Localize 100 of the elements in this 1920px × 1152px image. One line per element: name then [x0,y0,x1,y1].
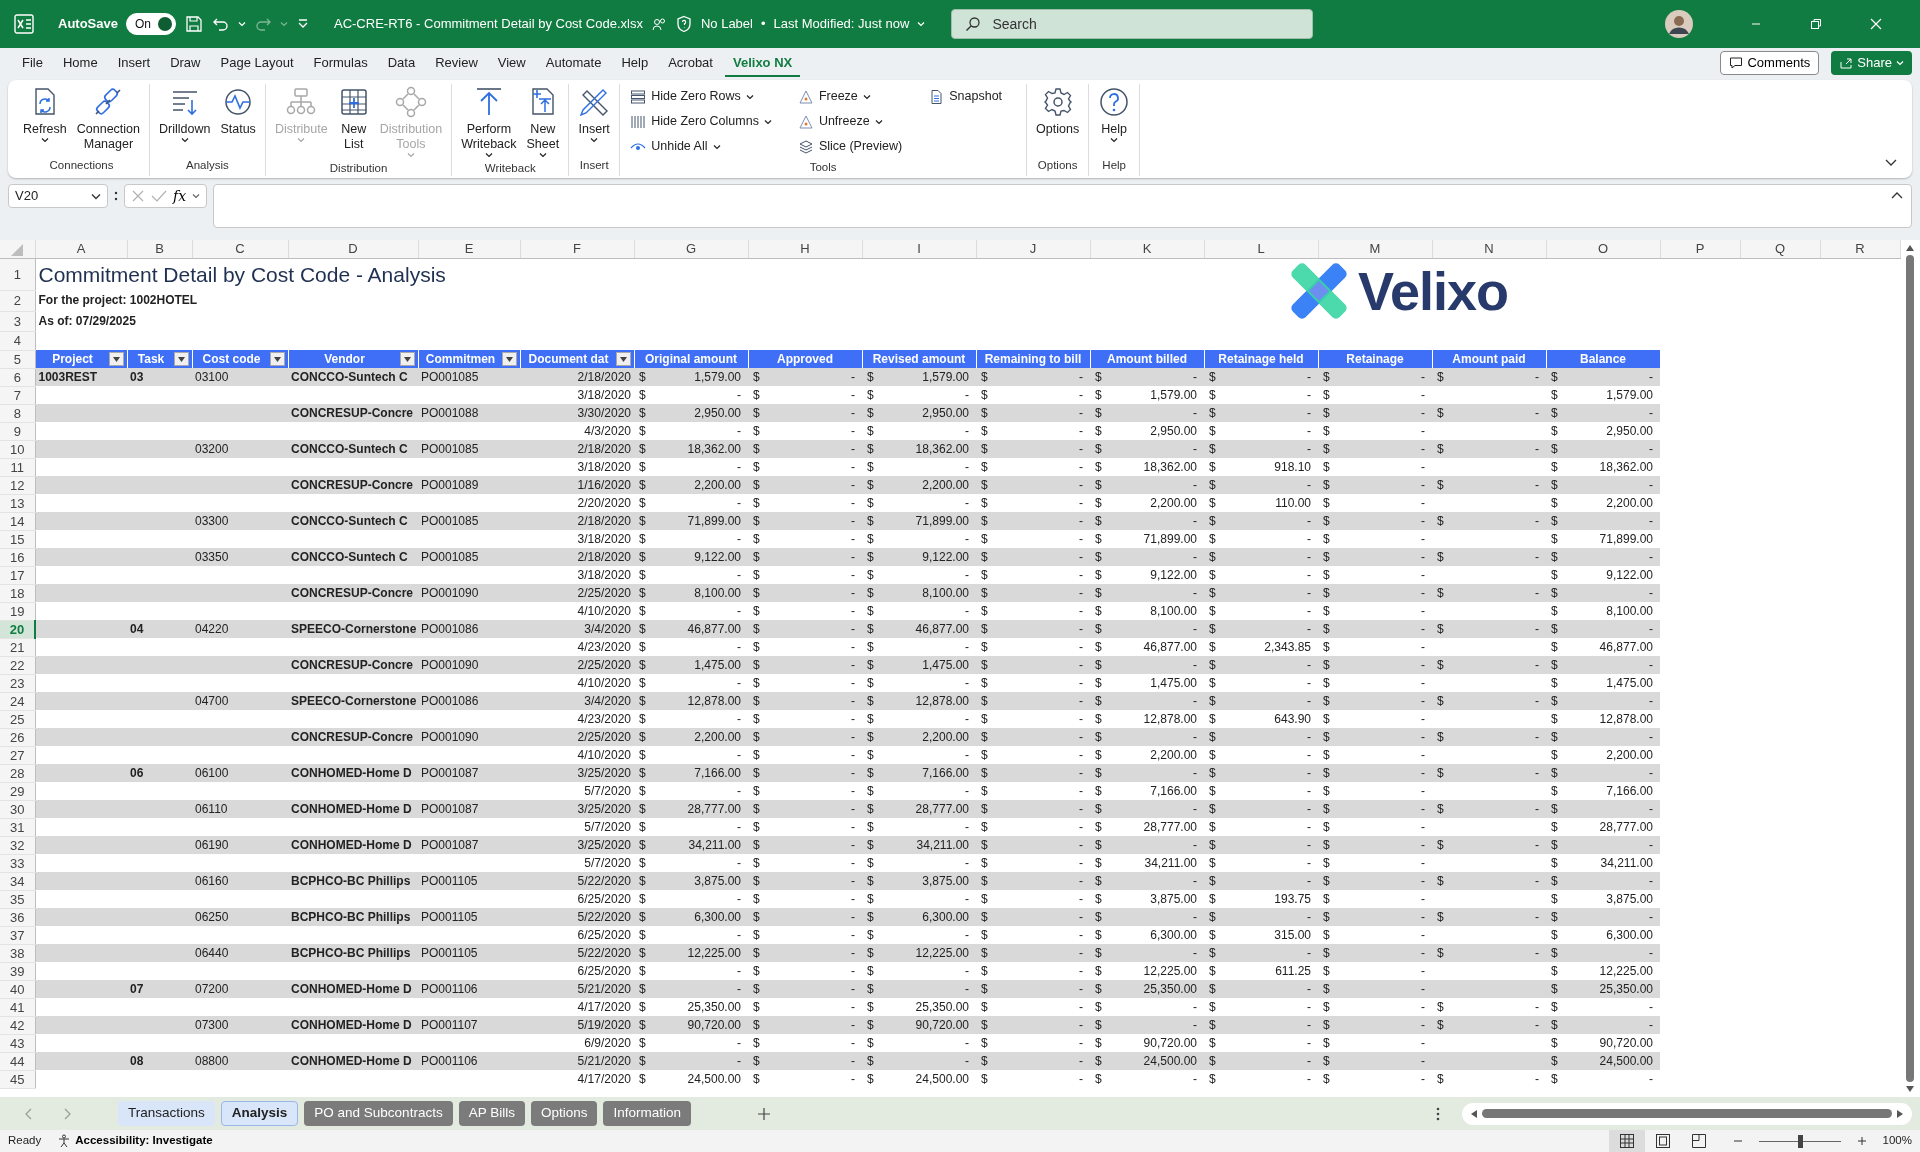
sheet-tab[interactable]: Analysis [220,1101,299,1126]
amount-value: 2,200.00 [922,476,969,494]
menu-tab[interactable]: Review [427,48,486,78]
share-button[interactable]: Share [1831,51,1912,75]
filter-button[interactable] [173,352,189,366]
table-cell: 5/7/2020 [520,782,634,800]
sheet-tab[interactable]: PO and Subcontracts [304,1101,453,1126]
column-header[interactable]: G [634,240,748,258]
comments-button[interactable]: Comments [1720,51,1820,75]
down-arrow-icon[interactable] [1905,1085,1916,1093]
ribbon-button[interactable]: Unhide All [626,134,776,159]
ribbon-button[interactable]: Options [1033,84,1083,139]
zoom-slider-thumb[interactable] [1797,1134,1803,1148]
ribbon-button[interactable]: Help [1095,84,1134,145]
ribbon-button[interactable]: Status [217,84,259,139]
column-header[interactable]: M [1318,240,1432,258]
column-header[interactable]: C [192,240,288,258]
column-header[interactable]: O [1546,240,1660,258]
close-icon[interactable] [1868,16,1884,32]
currency-sign: $ [753,764,760,782]
autosave-toggle[interactable]: On [125,13,176,35]
ribbon-button[interactable]: Hide Zero Columns [626,109,776,134]
save-icon[interactable] [183,14,204,34]
restore-icon[interactable] [1808,16,1824,32]
menu-tab[interactable]: Formulas [305,48,376,78]
currency-sign: $ [981,674,988,692]
column-header[interactable]: B [127,240,192,258]
filter-button[interactable] [269,352,285,366]
ribbon-button[interactable]: Perform Writeback [458,84,520,160]
insert-function-button[interactable]: fx [173,185,187,207]
ribbon-button[interactable]: Unfreeze [793,109,907,134]
row-header[interactable]: 2 [0,290,35,311]
sheet-tab[interactable]: AP Bills [458,1101,525,1126]
column-header[interactable]: I [862,240,976,258]
up-arrow-icon[interactable] [1905,244,1916,252]
sheet-tab[interactable]: Options [530,1101,598,1126]
ribbon-button[interactable]: Drilldown [156,84,214,145]
column-header[interactable]: R [1820,240,1900,258]
more-icon[interactable] [1436,1106,1440,1121]
collapse-icon[interactable] [1891,191,1903,199]
column-header[interactable]: H [748,240,862,258]
menu-tab[interactable]: Insert [109,48,159,78]
sheet-tab[interactable]: Information [603,1101,691,1126]
filter-button[interactable] [399,352,415,366]
menu-tab[interactable]: File [14,48,51,78]
menu-tab[interactable]: Draw [162,48,209,78]
name-box[interactable]: V20 [8,184,108,208]
amount-value: - [1535,656,1539,674]
collapse-ribbon-icon[interactable] [1884,158,1898,168]
caret-icon[interactable] [91,192,101,200]
menu-tab[interactable]: Automate [537,48,610,78]
add-sheet-icon[interactable] [757,1106,771,1121]
ribbon-button[interactable]: New Sheet [523,84,563,160]
ribbon-button[interactable]: Hide Zero Rows [626,84,776,109]
ribbon-button[interactable]: Slice (Preview) [793,134,907,159]
horizontal-scrollbar[interactable] [1462,1102,1912,1125]
currency-sign: $ [981,1034,988,1052]
ribbon-button[interactable]: Freeze [793,84,907,109]
vertical-scrollbar[interactable] [1900,240,1920,1097]
right-arrow-icon[interactable] [1896,1108,1904,1119]
search-field[interactable]: Search [951,9,1314,39]
column-header[interactable]: D [288,240,418,258]
column-header[interactable]: N [1432,240,1546,258]
column-header[interactable]: F [520,240,634,258]
menu-tab[interactable]: Home [54,48,106,78]
table-cell: 06160 [192,872,288,890]
ribbon-button[interactable]: New List [334,84,373,154]
menu-tab[interactable]: Data [379,48,424,78]
sheet-tab[interactable]: Transactions [118,1101,215,1126]
column-header[interactable]: L [1204,240,1318,258]
menu-tab[interactable]: Help [613,48,657,78]
ribbon-button[interactable]: Refresh [20,84,70,145]
menu-tab[interactable]: Acrobat [660,48,721,78]
left-arrow-icon[interactable] [1470,1108,1478,1119]
column-header[interactable]: A [35,240,127,258]
ribbon-button[interactable]: Insert [575,84,614,145]
row-header[interactable]: 1 [0,258,35,290]
ribbon-button[interactable]: Snapshot [924,84,1007,109]
column-header[interactable]: J [976,240,1090,258]
amount-value: - [1307,872,1311,890]
menu-tab[interactable]: Velixo NX [724,48,801,78]
row-header[interactable]: 3 [0,311,35,331]
column-header[interactable]: Q [1740,240,1820,258]
check-icon[interactable] [151,189,167,203]
formula-input[interactable] [213,184,1912,228]
amount-value: - [1421,602,1425,620]
currency-sign: $ [753,746,760,764]
ribbon-button[interactable]: Connection Manager [73,84,144,154]
currency-sign: $ [1323,1034,1330,1052]
column-header[interactable]: P [1660,240,1740,258]
menu-tab[interactable]: View [489,48,534,78]
filter-button[interactable] [615,352,631,366]
menu-tab[interactable]: Page Layout [212,48,302,78]
column-header[interactable]: K [1090,240,1204,258]
view-button[interactable] [1608,1130,1645,1152]
column-header[interactable]: E [418,240,520,258]
filter-button[interactable] [501,352,517,366]
accessibility-button[interactable]: Accessibility: Investigate [57,1132,213,1150]
zoom-in-icon[interactable] [1856,1136,1867,1146]
filter-button[interactable] [108,352,124,366]
